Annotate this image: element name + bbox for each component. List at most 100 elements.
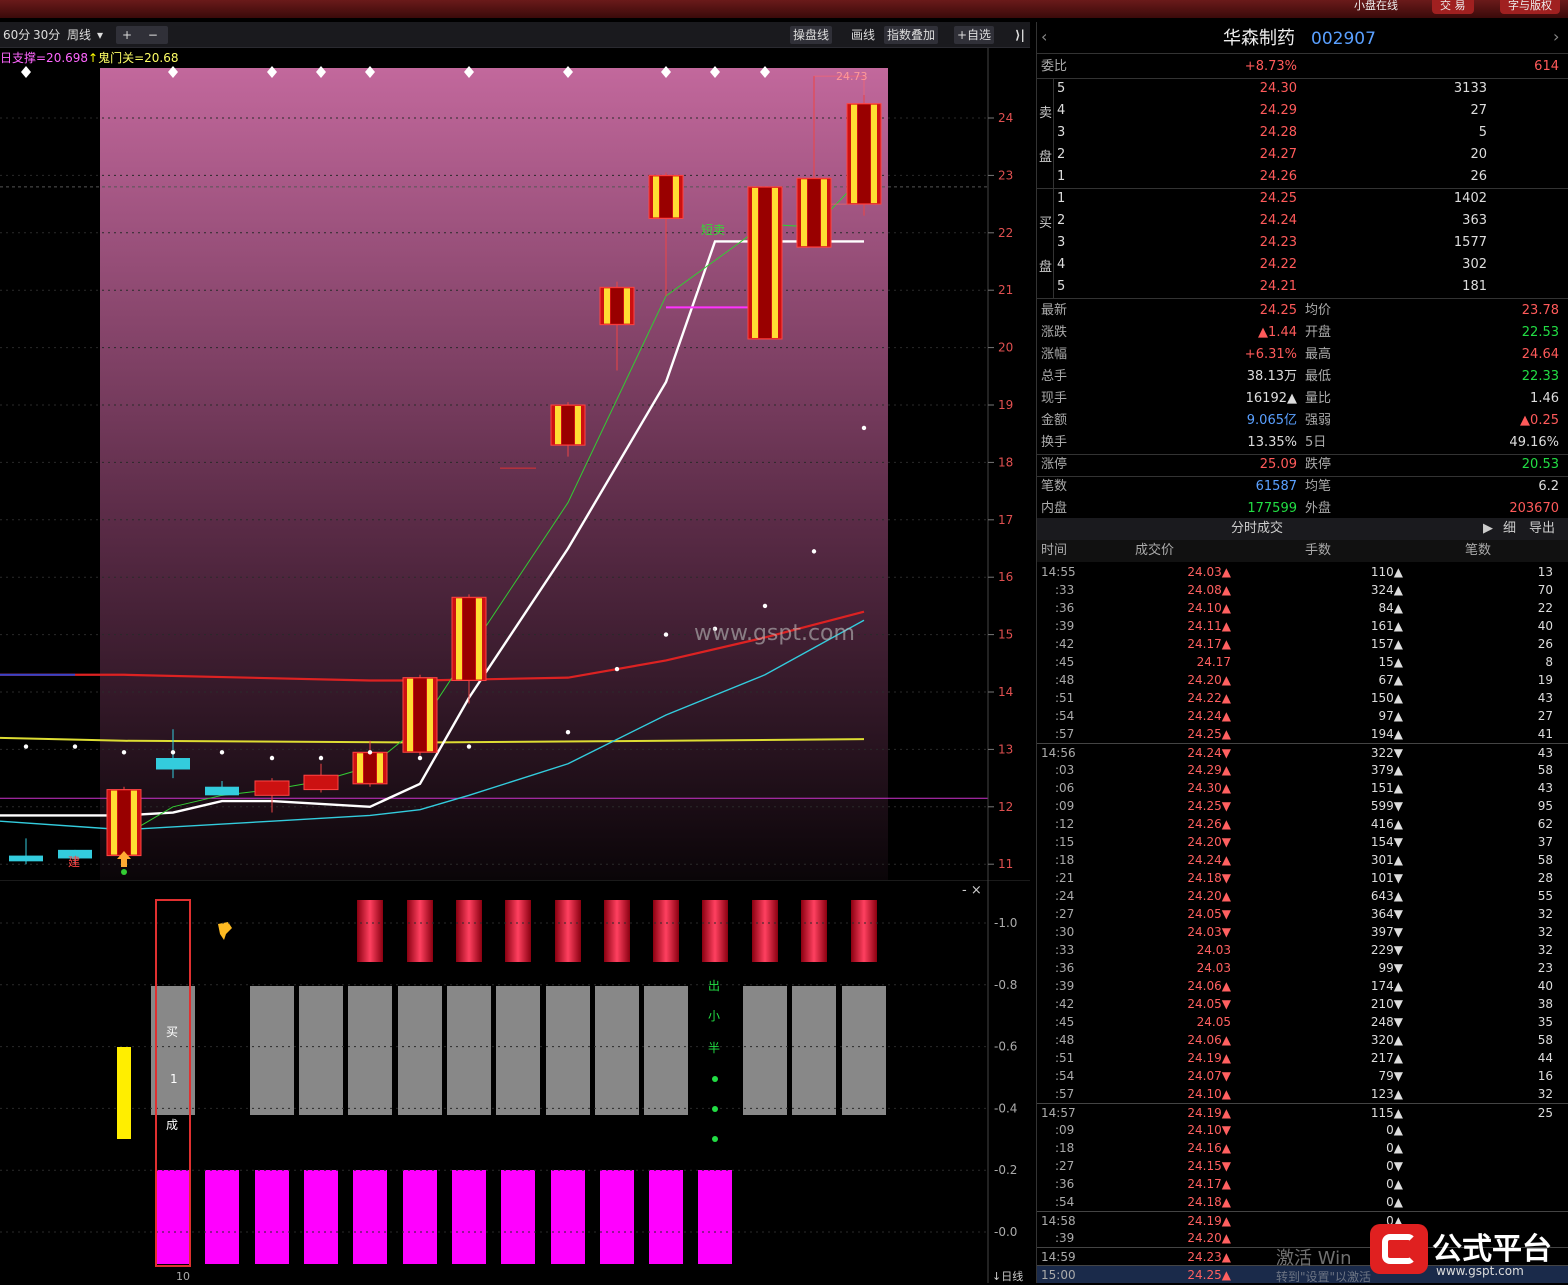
sub-indicator-chart[interactable]: - × -1.0 -0.8 -0.6 -0.4 -0.2 -0.0 买 1 成 出 小 半…	[0, 880, 1030, 1283]
tick-row[interactable]: :45 24.05 248▼ 35	[1037, 1013, 1568, 1031]
tick-time: :45	[1055, 655, 1075, 669]
tick-row[interactable]: 14:57 24.19▲ 115▲ 25	[1037, 1103, 1568, 1121]
tick-price: 24.17▲	[1187, 1177, 1231, 1191]
gray-signal-bar	[644, 986, 688, 1115]
tick-row[interactable]: :42 24.05▼ 210▼ 38	[1037, 995, 1568, 1013]
tick-count: 37	[1537, 835, 1553, 849]
ask-price: 24.29	[1259, 103, 1297, 118]
tick-time: :36	[1055, 961, 1075, 975]
tick-row[interactable]: :24 24.20▲ 643▲ 55	[1037, 887, 1568, 905]
tick-row[interactable]: :57 24.10▲ 123▲ 32	[1037, 1085, 1568, 1103]
collapse-icon[interactable]: ⟩|	[1012, 26, 1028, 44]
tick-row[interactable]: :03 24.29▲ 379▲ 58	[1037, 761, 1568, 779]
tick-row[interactable]: :57 24.25▲ 194▲ 41	[1037, 725, 1568, 743]
tick-time: :15	[1055, 835, 1075, 849]
zoom-out-button[interactable]: −	[148, 28, 158, 42]
bid-row[interactable]: 3 24.23 1577	[1037, 232, 1568, 254]
tick-row[interactable]: :27 24.15▼ 0▼	[1037, 1157, 1568, 1175]
tick-row[interactable]: :54 24.18▲ 0▲	[1037, 1193, 1568, 1211]
tick-row[interactable]: :45 24.17 15▲ 8	[1037, 653, 1568, 671]
tick-row[interactable]: :36 24.03 99▼ 23	[1037, 959, 1568, 977]
ask-row[interactable]: 2 24.27 20	[1037, 144, 1568, 166]
play-icon[interactable]: ▶	[1483, 518, 1493, 540]
trade-button[interactable]: 交 易	[1432, 0, 1474, 14]
stat-row: 现手 16192▲ 量比 1.46	[1037, 388, 1568, 410]
candle-stripe	[456, 598, 462, 680]
bid-side-label: 买	[1039, 216, 1053, 231]
tick-count: 43	[1537, 691, 1553, 705]
website-watermark: www.gspt.com	[694, 621, 855, 646]
prev-stock-icon[interactable]: ‹	[1041, 26, 1047, 48]
index-overlay-button[interactable]: 指数叠加	[884, 26, 939, 44]
add-favorite-button[interactable]: +自选	[954, 26, 995, 44]
activate-hint: 转到"设置"以激活	[1276, 1270, 1372, 1284]
bid-row[interactable]: 4 24.22 302	[1037, 254, 1568, 276]
signal-dot	[762, 603, 768, 609]
tick-row[interactable]: :48 24.06▲ 320▲ 58	[1037, 1031, 1568, 1049]
tick-row[interactable]: :36 24.17▲ 0▲	[1037, 1175, 1568, 1193]
tick-row[interactable]: :36 24.10▲ 84▲ 22	[1037, 599, 1568, 617]
tick-row[interactable]: :30 24.03▼ 397▼ 32	[1037, 923, 1568, 941]
daily-line-button[interactable]: ↓日线	[992, 1269, 1023, 1283]
tick-row[interactable]: 14:55 24.03▲ 110▲ 13	[1037, 563, 1568, 581]
period-week[interactable]: 周线	[64, 26, 94, 44]
tick-row[interactable]: :48 24.20▲ 67▲ 19	[1037, 671, 1568, 689]
bid-row[interactable]: 1 24.25 1402	[1037, 188, 1568, 210]
tick-volume: 320▲	[1370, 1033, 1403, 1047]
bid-row[interactable]: 5 24.21 181	[1037, 276, 1568, 298]
tick-row[interactable]: :27 24.05▼ 364▼ 32	[1037, 905, 1568, 923]
green-dot	[712, 1106, 718, 1112]
tick-volume: 115▲	[1370, 1106, 1403, 1120]
tick-volume: 0▲	[1386, 1177, 1403, 1191]
tick-count: 58	[1537, 1033, 1553, 1047]
candlestick-chart[interactable]: 2423222120191817161514131211 短卖 24.73 建 …	[0, 48, 1030, 880]
tick-row[interactable]: 14:56 24.24▼ 322▼ 43	[1037, 743, 1568, 761]
bid-row[interactable]: 2 24.24 363	[1037, 210, 1568, 232]
close-subchart-icon[interactable]: - ×	[962, 883, 982, 898]
tick-row[interactable]: :09 24.10▼ 0▲	[1037, 1121, 1568, 1139]
tick-row[interactable]: :33 24.03 229▼ 32	[1037, 941, 1568, 959]
ticks-list[interactable]: 14:55 24.03▲ 110▲ 13:33 24.08▲ 324▲ 70:36 24.10…	[1037, 563, 1568, 1283]
gray-signal-bar	[546, 986, 590, 1115]
tick-row[interactable]: :39 24.06▲ 174▲ 40	[1037, 977, 1568, 995]
tick-row[interactable]: :15 24.20▼ 154▼ 37	[1037, 833, 1568, 851]
zoom-in-button[interactable]: +	[122, 28, 132, 42]
tick-row[interactable]: :42 24.17▲ 157▲ 26	[1037, 635, 1568, 653]
period-30min[interactable]: 30分	[30, 26, 63, 44]
tick-row[interactable]: :09 24.25▼ 599▼ 95	[1037, 797, 1568, 815]
tick-count: 58	[1537, 853, 1553, 867]
tick-row[interactable]: :21 24.18▼ 101▼ 28	[1037, 869, 1568, 887]
ask-row[interactable]: 5 24.30 3133	[1037, 78, 1568, 100]
tick-row[interactable]: :33 24.08▲ 324▲ 70	[1037, 581, 1568, 599]
export-button[interactable]: 导出	[1529, 518, 1555, 540]
tick-count: 55	[1537, 889, 1553, 903]
ask-row[interactable]: 1 24.26 26	[1037, 166, 1568, 188]
detail-button[interactable]: 细	[1503, 518, 1516, 540]
tick-row[interactable]: :06 24.30▲ 151▲ 43	[1037, 779, 1568, 797]
tick-row[interactable]: :18 24.24▲ 301▲ 58	[1037, 851, 1568, 869]
level: 5	[1057, 279, 1066, 294]
tick-count: 62	[1537, 817, 1553, 831]
tick-row[interactable]: :12 24.26▲ 416▲ 62	[1037, 815, 1568, 833]
ask-row[interactable]: 4 24.29 27	[1037, 100, 1568, 122]
tick-row[interactable]: :39 24.11▲ 161▲ 40	[1037, 617, 1568, 635]
copyright-button[interactable]: 字与版权	[1500, 0, 1560, 14]
tick-row[interactable]: :51 24.22▲ 150▲ 43	[1037, 689, 1568, 707]
tick-time: 14:57	[1041, 1106, 1076, 1120]
next-stock-icon[interactable]: ›	[1553, 26, 1559, 48]
chart-toolbar: 60分 30分 周线 ▾ + − 操盘线 画线 指数叠加 +自选 ⟩|	[0, 22, 1030, 48]
tick-row[interactable]: :18 24.16▲ 0▲	[1037, 1139, 1568, 1157]
period-dropdown-icon[interactable]: ▾	[94, 26, 106, 44]
tick-price: 24.10▲	[1187, 601, 1231, 615]
tick-row[interactable]: :54 24.07▼ 79▼ 16	[1037, 1067, 1568, 1085]
tick-price: 24.03▼	[1187, 925, 1231, 939]
topbar-link[interactable]: 小盘在线	[1346, 0, 1406, 14]
tick-volume: 210▼	[1370, 997, 1403, 1011]
tick-volume: 229▼	[1370, 943, 1403, 957]
draw-line-button[interactable]: 画线	[848, 26, 878, 44]
tick-row[interactable]: :51 24.19▲ 217▲ 44	[1037, 1049, 1568, 1067]
tick-row[interactable]: :54 24.24▲ 97▲ 27	[1037, 707, 1568, 725]
ask-row[interactable]: 3 24.28 5	[1037, 122, 1568, 144]
pan-line-button[interactable]: 操盘线	[790, 26, 833, 44]
period-60min[interactable]: 60分	[0, 26, 33, 44]
